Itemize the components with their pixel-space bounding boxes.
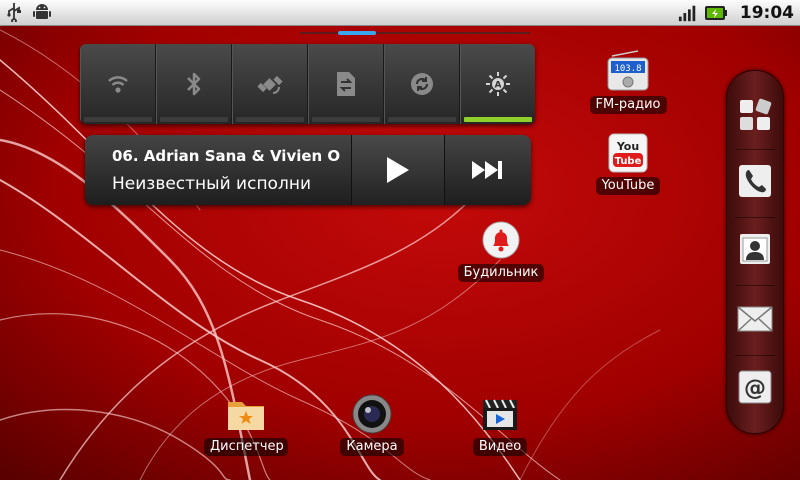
fm-radio-icon: 103.8 xyxy=(607,50,649,91)
sync-state-bar xyxy=(312,117,380,122)
contacts-icon xyxy=(740,234,770,264)
play-icon xyxy=(387,157,409,183)
youtube-icon: You Tube xyxy=(608,133,648,173)
app-fm-radio[interactable]: 103.8 FM-радио xyxy=(588,50,668,114)
app-drawer-icon xyxy=(740,98,772,130)
app-label: Диспетчер xyxy=(204,438,288,456)
gps-toggle[interactable] xyxy=(232,44,308,124)
svg-text:A: A xyxy=(495,81,502,91)
alarm-bell-icon xyxy=(482,221,520,259)
clapperboard-icon xyxy=(483,399,517,430)
battery-charging-icon xyxy=(704,3,728,23)
signal-icon xyxy=(678,3,698,23)
auto-rotate-state-bar xyxy=(388,117,456,122)
camera-lens-icon xyxy=(352,394,392,434)
svg-text:@: @ xyxy=(744,376,766,401)
music-widget: 06. Adrian Sana & Vivien O Неизвестный и… xyxy=(85,135,531,205)
sync-toggle[interactable] xyxy=(308,44,384,124)
usb-icon xyxy=(4,2,24,22)
wifi-state-bar xyxy=(84,117,152,122)
email-button[interactable]: @ xyxy=(737,369,773,405)
youtube-logo-top: You xyxy=(616,140,639,153)
gps-state-bar xyxy=(236,117,304,122)
status-bar: 19:04 xyxy=(0,0,800,26)
app-alarm-clock[interactable]: Будильник xyxy=(456,220,546,282)
gps-icon xyxy=(257,75,283,94)
skip-next-icon xyxy=(472,161,502,179)
rotate-icon xyxy=(411,73,433,95)
envelope-icon xyxy=(737,306,773,332)
app-label: Камера xyxy=(340,438,404,456)
app-label: FM-радио xyxy=(589,96,667,114)
app-label: YouTube xyxy=(595,177,661,195)
brightness-icon: A xyxy=(486,72,510,96)
power-control-widget: A xyxy=(80,44,535,124)
phone-icon xyxy=(739,165,771,197)
app-label: Будильник xyxy=(457,264,545,282)
folder-star-icon xyxy=(228,402,264,430)
app-label: Видео xyxy=(472,438,528,456)
app-youtube[interactable]: You Tube YouTube xyxy=(588,133,668,195)
bluetooth-state-bar xyxy=(160,117,228,122)
page-indicator xyxy=(300,31,530,35)
youtube-logo-bottom: Tube xyxy=(615,156,642,167)
wifi-toggle[interactable] xyxy=(80,44,156,124)
contacts-button[interactable] xyxy=(737,231,773,267)
bluetooth-toggle[interactable] xyxy=(156,44,232,124)
brightness-state-bar xyxy=(464,117,532,122)
sync-icon xyxy=(337,72,355,96)
track-artist[interactable]: Неизвестный исполни xyxy=(112,174,357,194)
next-track-button[interactable] xyxy=(443,135,531,205)
phone-button[interactable] xyxy=(737,163,773,199)
fm-frequency-text: 103.8 xyxy=(614,64,641,74)
email-at-icon: @ xyxy=(738,370,772,404)
play-button[interactable] xyxy=(351,135,445,205)
all-apps-button[interactable] xyxy=(737,97,773,133)
app-video[interactable]: Видео xyxy=(460,394,540,456)
track-title[interactable]: 06. Adrian Sana & Vivien O xyxy=(112,147,357,165)
wifi-icon xyxy=(108,76,128,93)
dock-bar: @ xyxy=(726,70,784,434)
bluetooth-icon xyxy=(187,72,201,96)
messaging-button[interactable] xyxy=(737,301,773,337)
auto-rotate-toggle[interactable] xyxy=(384,44,460,124)
brightness-toggle[interactable]: A xyxy=(460,44,535,124)
clock: 19:04 xyxy=(739,2,794,23)
android-debug-icon xyxy=(32,2,52,22)
app-camera[interactable]: Камера xyxy=(332,394,412,456)
app-file-manager[interactable]: Диспетчер xyxy=(204,394,288,456)
